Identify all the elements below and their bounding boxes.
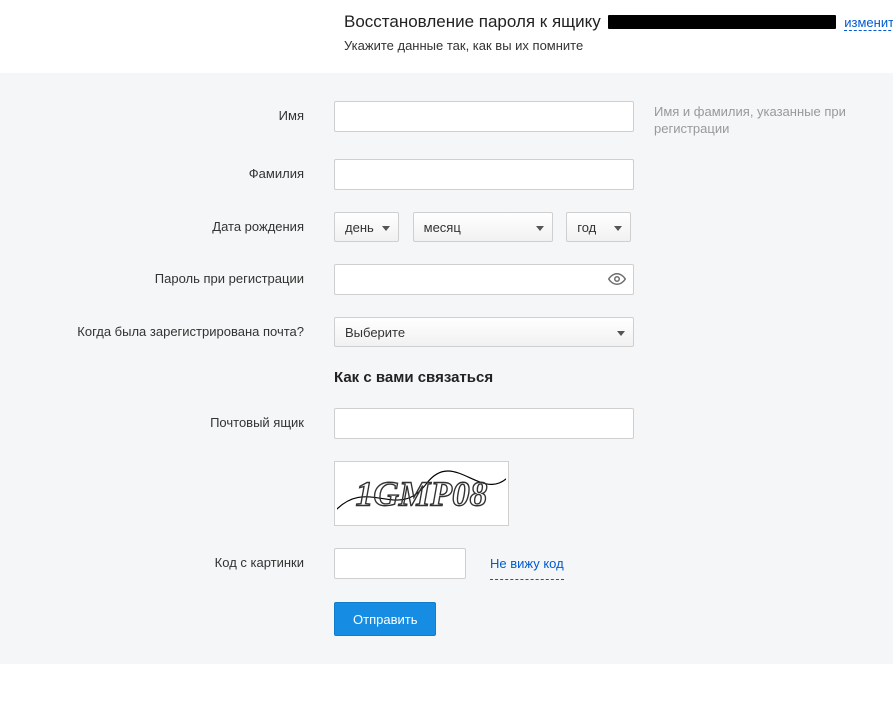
redacted-email [608,15,836,29]
when-registered-value: Выберите [345,325,405,340]
first-name-input[interactable] [334,101,634,132]
label-last-name: Фамилия [20,159,334,182]
row-captcha-image: 1GMP08 [20,461,873,526]
submit-row: Отправить [334,602,873,636]
dob-month-select[interactable]: месяц [413,212,553,242]
dob-day-select[interactable]: день [334,212,399,242]
dob-year-value: год [577,220,596,235]
captcha-image: 1GMP08 [334,461,509,526]
label-reg-password: Пароль при регистрации [20,264,334,287]
label-first-name: Имя [20,101,334,124]
mailbox-input[interactable] [334,408,634,439]
row-when-registered: Когда была зарегистрирована почта? Выбер… [20,317,873,347]
title-prefix: Восстановление пароля к ящику [344,12,606,31]
row-first-name: Имя Имя и фамилия, указанные при регистр… [20,101,873,137]
captcha-input[interactable] [334,548,466,579]
chevron-down-icon [617,331,625,336]
reg-password-input[interactable] [334,264,634,295]
row-captcha-input: Код с картинки Не вижу код [20,548,873,580]
change-link[interactable]: изменить [844,15,893,31]
captcha-refresh-link[interactable]: Не вижу код [490,549,564,580]
dob-day-value: день [345,220,374,235]
chevron-down-icon [614,226,622,231]
header: Восстановление пароля к ящику изменить У… [0,0,893,67]
page-subtitle: Укажите данные так, как вы их помните [344,38,893,53]
section-contact-heading: Как с вами связаться [334,369,873,386]
chevron-down-icon [382,226,390,231]
row-reg-password: Пароль при регистрации [20,264,873,295]
label-dob: Дата рождения [20,219,334,235]
hint-name: Имя и фамилия, указанные при регистрации [654,101,854,137]
form-panel: Имя Имя и фамилия, указанные при регистр… [0,73,893,664]
row-dob: Дата рождения день месяц год [20,212,873,242]
eye-icon[interactable] [608,270,626,288]
last-name-input[interactable] [334,159,634,190]
when-registered-select[interactable]: Выберите [334,317,634,347]
label-mailbox: Почтовый ящик [20,408,334,431]
captcha-text: 1GMP08 [356,473,488,513]
row-mailbox: Почтовый ящик [20,408,873,439]
dob-year-select[interactable]: год [566,212,631,242]
submit-button[interactable]: Отправить [334,602,436,636]
row-last-name: Фамилия [20,159,873,190]
chevron-down-icon [536,226,544,231]
label-captcha: Код с картинки [20,548,334,571]
dob-month-value: месяц [424,220,461,235]
label-when-registered: Когда была зарегистрирована почта? [20,317,334,340]
page-title: Восстановление пароля к ящику изменить [344,12,893,32]
